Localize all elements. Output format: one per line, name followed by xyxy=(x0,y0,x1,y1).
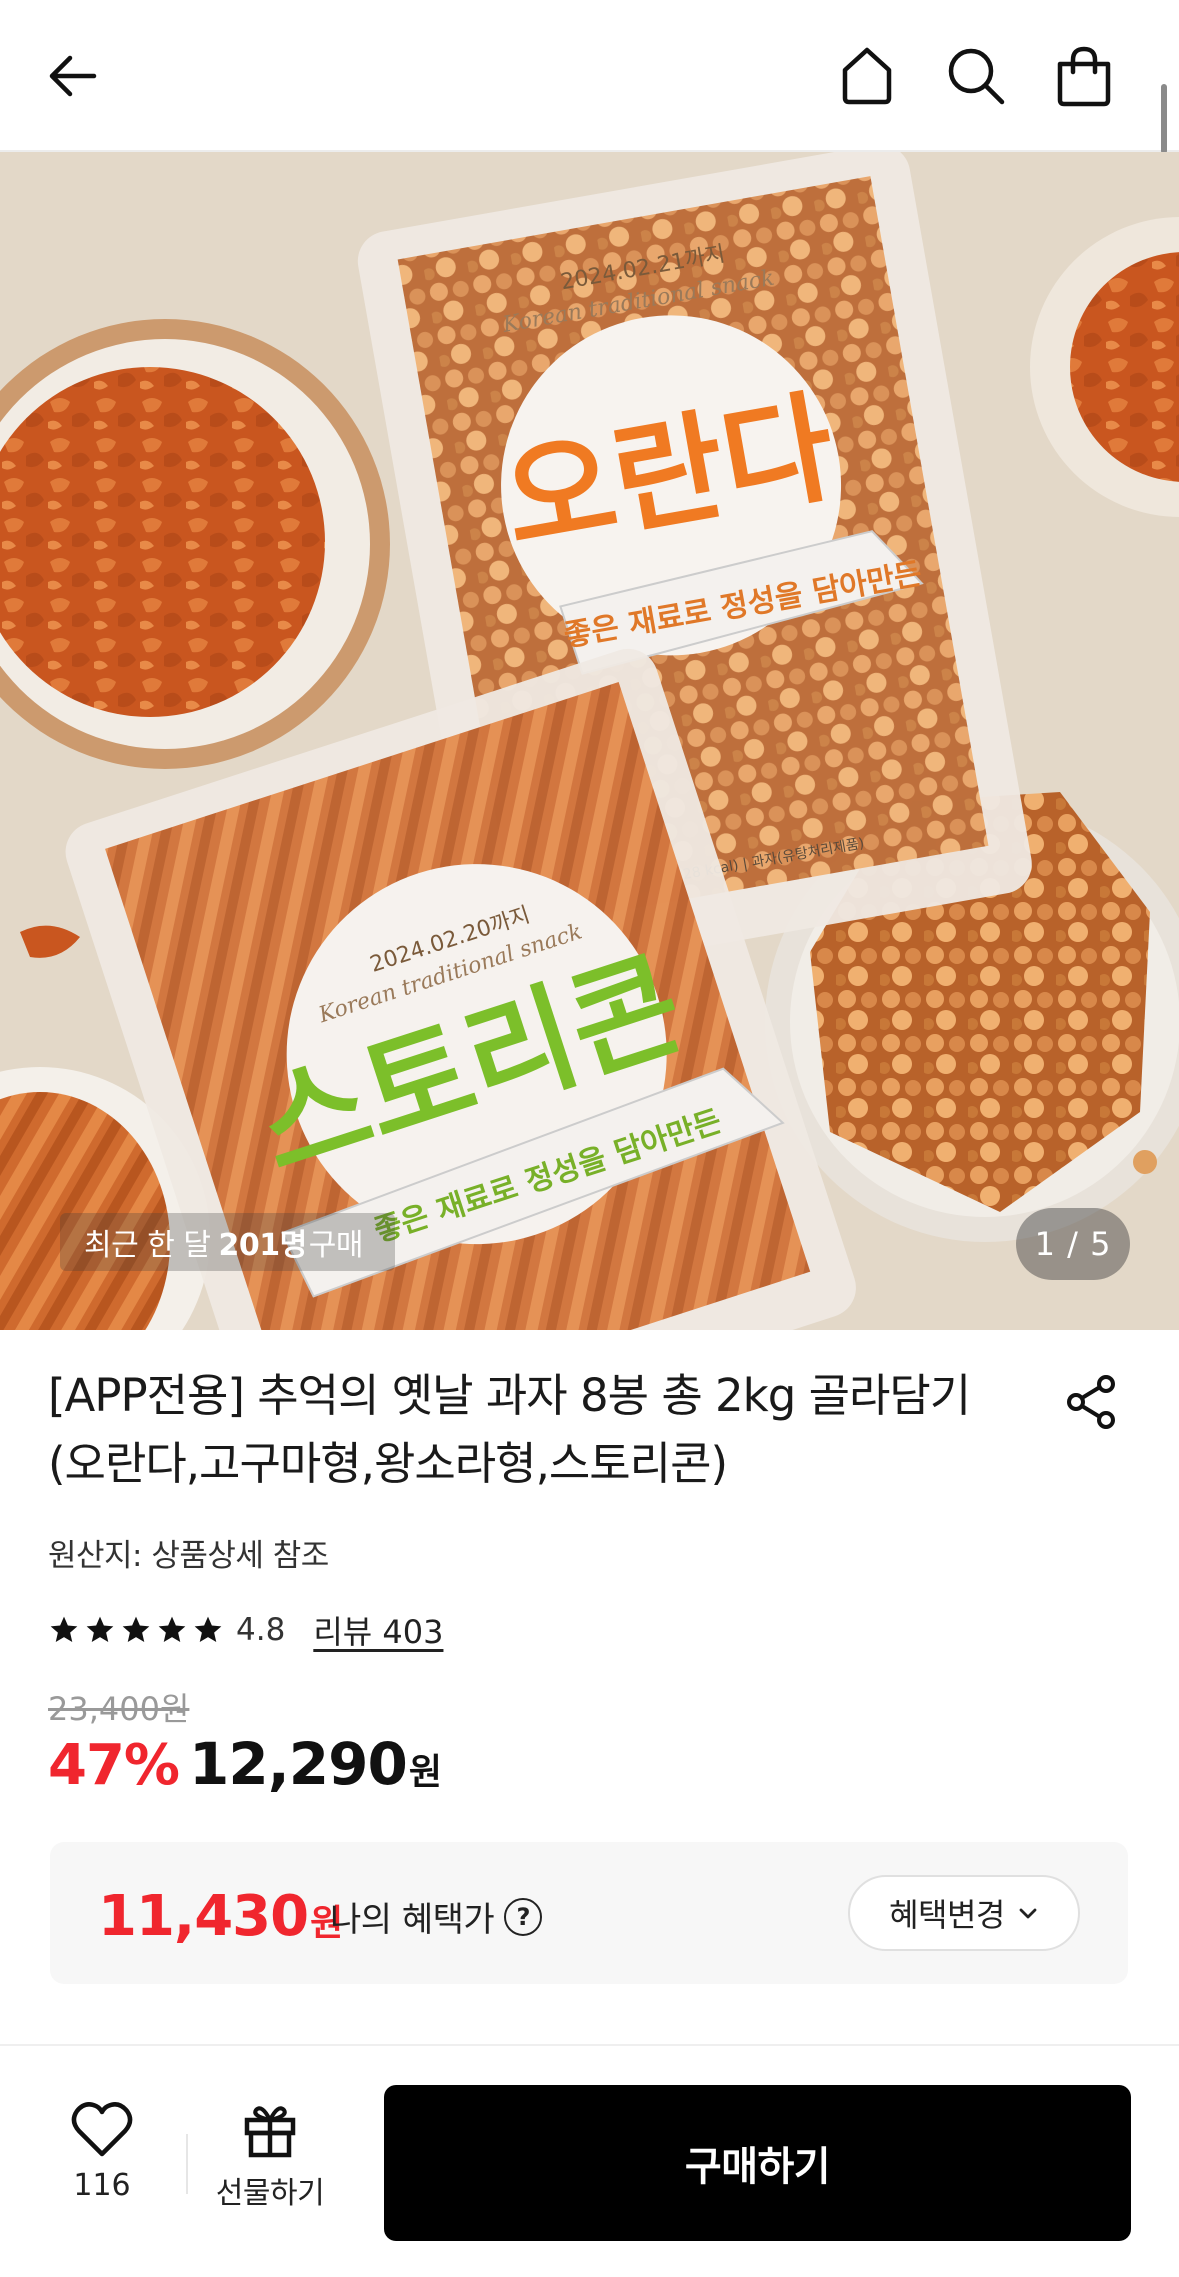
benefit-price-box: 11,430 원 나의 혜택가 ? 혜택변경 xyxy=(50,1842,1128,1984)
top-navigation-bar xyxy=(0,0,1179,152)
review-link[interactable]: 리뷰 403 xyxy=(313,1607,443,1653)
star-icon xyxy=(194,1616,222,1642)
original-price: 23,400원 xyxy=(48,1690,190,1728)
bottom-bar-divider xyxy=(0,2044,1179,2046)
gift-icon xyxy=(244,2106,296,2158)
gift-label: 선물하기 xyxy=(215,2176,325,2211)
benefit-price: 11,430 원 xyxy=(98,1884,343,1949)
search-button[interactable] xyxy=(938,38,1014,114)
wishlist-button[interactable]: 116 xyxy=(50,2100,154,2240)
image-page-indicator: 1 / 5 xyxy=(1016,1208,1130,1280)
rating-row: 4.8 리뷰 403 xyxy=(48,1607,443,1653)
search-icon xyxy=(948,48,1005,105)
origin-info: 원산지: 상품상세 참조 xyxy=(48,1538,329,1574)
recent-purchase-count: 201명 xyxy=(218,1228,307,1263)
sale-price: 12,290 xyxy=(189,1730,408,1798)
buy-button[interactable]: 구매하기 xyxy=(384,2085,1131,2241)
gift-button[interactable]: 선물하기 xyxy=(205,2100,335,2240)
product-image-carousel[interactable]: 2024.02.21까지 Korean traditional snack 오란… xyxy=(0,152,1179,1330)
benefit-label-group: 나의 혜택가 ? xyxy=(330,1892,543,1941)
bottom-bar-separator xyxy=(186,2134,188,2194)
arrow-left-icon xyxy=(49,55,97,97)
wishlist-count: 116 xyxy=(73,2168,131,2203)
home-icon xyxy=(842,47,892,105)
price-row: 47% 12,290 원 xyxy=(48,1730,442,1798)
sale-price-unit: 원 xyxy=(408,1752,442,1793)
rating-value: 4.8 xyxy=(236,1612,286,1648)
back-button[interactable] xyxy=(34,38,110,114)
recent-purchase-suffix: 구매 xyxy=(308,1228,364,1263)
star-icon xyxy=(158,1616,186,1642)
shopping-bag-icon xyxy=(1057,46,1111,107)
share-icon xyxy=(1067,1375,1115,1429)
recent-purchase-badge: 최근 한 달 201명 구매 xyxy=(60,1213,395,1271)
product-title: [APP전용] 추억의 옛날 과자 8봉 총 2kg 골라담기 (오란다,고구마… xyxy=(48,1369,971,1490)
rating-stars xyxy=(48,1614,224,1646)
star-icon xyxy=(50,1616,78,1642)
product-photo: 2024.02.21까지 Korean traditional snack 오란… xyxy=(0,152,1179,1330)
change-benefit-button[interactable]: 혜택변경 xyxy=(848,1875,1080,1951)
benefit-label: 나의 혜택가 xyxy=(330,1900,495,1940)
heart-icon xyxy=(71,2102,133,2157)
share-button[interactable] xyxy=(1060,1370,1124,1434)
chevron-down-icon xyxy=(1019,1908,1037,1919)
discount-rate: 47% xyxy=(48,1733,180,1798)
recent-purchase-prefix: 최근 한 달 xyxy=(84,1228,211,1263)
change-benefit-label: 혜택변경 xyxy=(889,1896,1005,1934)
star-icon xyxy=(86,1616,114,1642)
benefit-price-value: 11,430 xyxy=(98,1884,309,1949)
star-icon xyxy=(122,1616,150,1642)
cart-button[interactable] xyxy=(1046,38,1122,114)
scroll-indicator[interactable] xyxy=(1161,84,1167,154)
home-button[interactable] xyxy=(829,38,905,114)
help-icon[interactable]: ? xyxy=(504,1897,543,1936)
